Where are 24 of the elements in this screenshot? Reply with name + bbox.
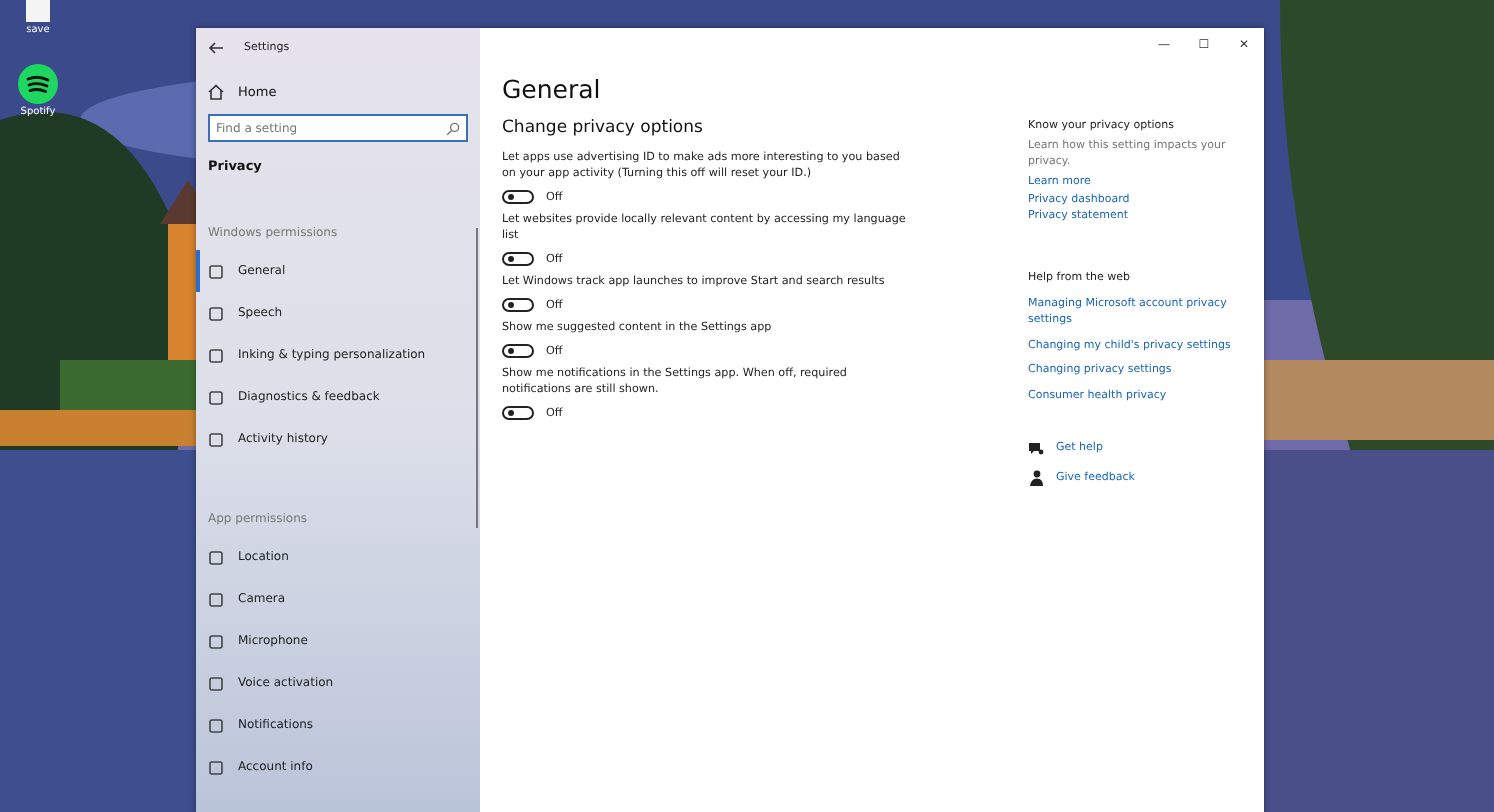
toggle-switch[interactable] bbox=[502, 190, 534, 204]
square-icon bbox=[208, 591, 224, 607]
square-icon bbox=[208, 717, 224, 733]
toggle-switch[interactable] bbox=[502, 252, 534, 266]
square-icon bbox=[208, 633, 224, 649]
back-arrow-icon[interactable] bbox=[208, 42, 224, 54]
square-icon bbox=[208, 263, 224, 279]
square-icon bbox=[208, 431, 224, 447]
person-icon bbox=[1028, 469, 1044, 486]
square-icon bbox=[208, 549, 224, 565]
square-icon bbox=[208, 305, 224, 321]
section-heading: Change privacy options bbox=[502, 118, 705, 138]
page-title: General bbox=[502, 74, 603, 104]
music-app-icon[interactable] bbox=[18, 64, 58, 104]
chat-bubble-icon bbox=[1028, 441, 1044, 456]
home-icon bbox=[208, 84, 224, 100]
search-icon[interactable] bbox=[446, 121, 460, 135]
square-icon bbox=[208, 389, 224, 405]
toggle-switch[interactable] bbox=[502, 344, 534, 358]
square-icon bbox=[208, 759, 224, 775]
toggle-switch[interactable] bbox=[502, 298, 534, 312]
square-icon bbox=[208, 347, 224, 363]
toggle-switch[interactable] bbox=[502, 406, 534, 420]
square-icon bbox=[208, 675, 224, 691]
